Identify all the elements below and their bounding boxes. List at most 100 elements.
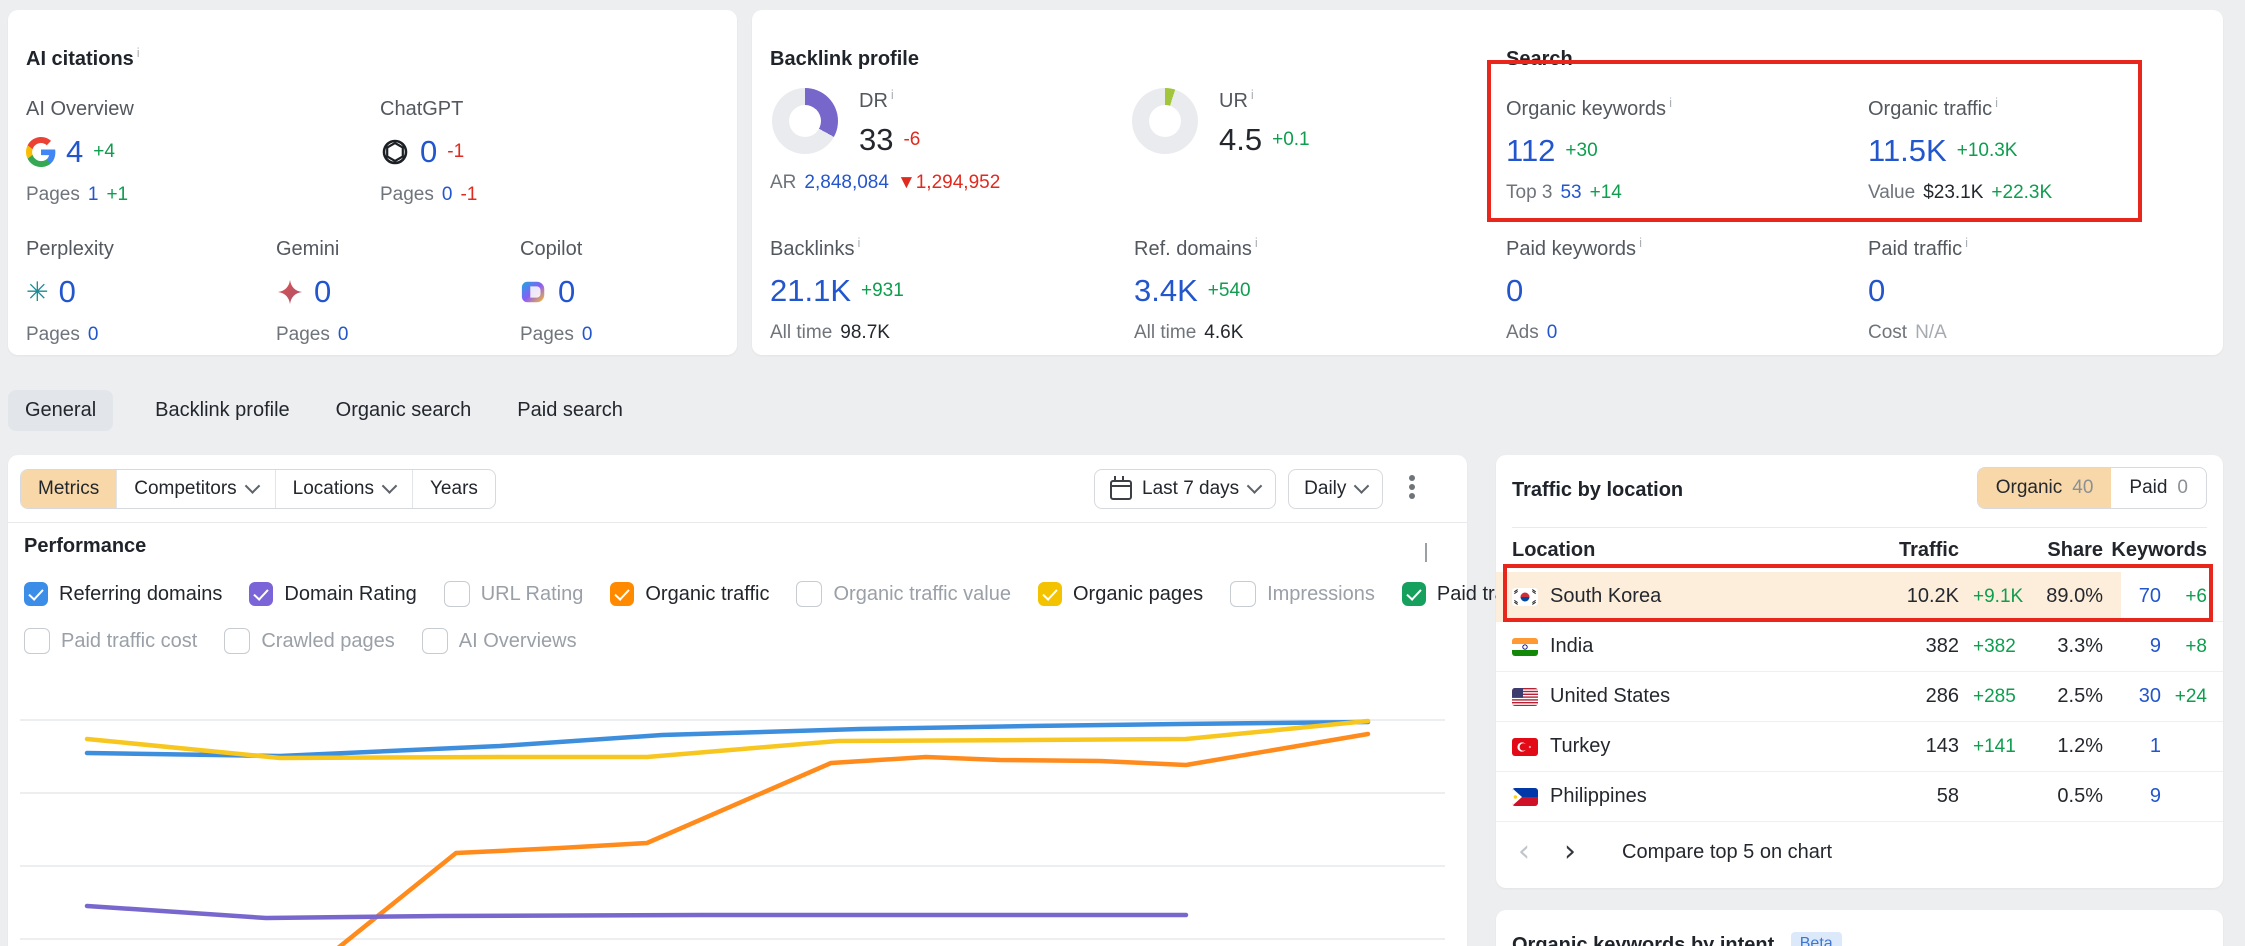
- location-row-south-korea[interactable]: South Korea 10.2K +9.1K 89.0% 70 +6: [1496, 572, 2223, 622]
- ai-stat-value[interactable]: 0: [420, 134, 437, 170]
- ar-delta: ▼1,294,952: [897, 172, 1000, 194]
- date-range-button[interactable]: Last 7 days: [1094, 469, 1276, 509]
- metric-label: Paid traffici: [1868, 238, 1968, 261]
- prev-page-arrow[interactable]: ‹: [1518, 837, 1530, 867]
- location-row-india[interactable]: India 382 +382 3.3% 9 +8: [1496, 622, 2223, 672]
- location-name: Turkey: [1550, 735, 1859, 758]
- ar-value[interactable]: 2,848,084: [804, 172, 889, 194]
- info-icon[interactable]: i: [1995, 95, 1998, 110]
- traffic-value: 10.2K: [1859, 585, 1959, 608]
- col-location[interactable]: Location: [1512, 539, 1859, 562]
- metric-block-backlinks: Backlinksi 21.1K +931 All time98.7K: [770, 238, 904, 344]
- location-row-united-states[interactable]: United States 286 +285 2.5% 30 +24: [1496, 672, 2223, 722]
- metric-sub-value: +22.3K: [1991, 182, 2052, 204]
- performance-chart[interactable]: [8, 660, 1467, 946]
- metric-checkbox-ai-overviews[interactable]: AI Overviews: [422, 628, 577, 654]
- ai-stat-value[interactable]: 0: [314, 274, 331, 310]
- metric-value[interactable]: 11.5K: [1868, 133, 1947, 169]
- location-name: South Korea: [1550, 585, 1859, 608]
- ai-stat-value-row: ✳ 0: [26, 274, 114, 310]
- tab-paid-search[interactable]: Paid search: [513, 390, 627, 431]
- metric-checkbox-organic-traffic-value[interactable]: Organic traffic value: [796, 581, 1011, 607]
- toggle-organic[interactable]: Organic40: [1978, 468, 2112, 508]
- metric-checkbox-domain-rating[interactable]: Domain Rating: [249, 582, 416, 606]
- pages-value[interactable]: 0: [88, 324, 99, 346]
- granularity-button[interactable]: Daily: [1288, 469, 1383, 509]
- metric-checkbox-url-rating[interactable]: URL Rating: [444, 581, 584, 607]
- metric-sub-row: Value$23.1K+22.3K: [1868, 182, 2052, 204]
- col-traffic[interactable]: Traffic: [1859, 539, 1959, 562]
- metric-sub-row: CostN/A: [1868, 322, 1968, 344]
- performance-title: Performance: [24, 535, 146, 558]
- info-icon[interactable]: i: [1669, 95, 1672, 110]
- location-table-footer: ‹ › Compare top 5 on chart: [1496, 816, 2223, 888]
- metric-checkbox-organic-traffic[interactable]: Organic traffic: [610, 582, 769, 606]
- ahrefs-rank-row: AR 2,848,084 ▼1,294,952: [770, 172, 1000, 194]
- metric-checkbox-organic-pages[interactable]: Organic pages: [1038, 582, 1203, 606]
- next-page-arrow[interactable]: ›: [1564, 837, 1576, 867]
- share-value: 89.0%: [2015, 585, 2103, 608]
- info-icon[interactable]: i: [137, 45, 140, 60]
- keywords-value[interactable]: 1: [2103, 735, 2161, 758]
- pages-value[interactable]: 0: [442, 184, 453, 206]
- checkbox-label: URL Rating: [481, 583, 584, 606]
- metric-value[interactable]: 0: [1868, 273, 1885, 309]
- info-icon[interactable]: i: [1255, 235, 1258, 250]
- info-icon[interactable]: i: [1639, 235, 1642, 250]
- keywords-value[interactable]: 70: [2103, 585, 2161, 608]
- keywords-value[interactable]: 9: [2103, 635, 2161, 658]
- location-row-philippines[interactable]: Philippines 58 0.5% 9: [1496, 772, 2223, 822]
- metric-value[interactable]: 0: [1506, 273, 1523, 309]
- ai-stat-value[interactable]: 0: [59, 274, 76, 310]
- pages-value[interactable]: 0: [582, 324, 593, 346]
- metric-checkbox-paid-traffic-cost[interactable]: Paid traffic cost: [24, 628, 197, 654]
- metric-checkbox-row-2: Paid traffic cost Crawled pages AI Overv…: [24, 628, 577, 654]
- info-icon[interactable]: i: [1965, 235, 1968, 250]
- metric-sub-value[interactable]: 0: [1547, 322, 1558, 344]
- metric-sub-row: All time4.6K: [1134, 322, 1258, 344]
- collapse-section-button[interactable]: [1425, 543, 1427, 561]
- col-share[interactable]: Share: [2015, 539, 2103, 562]
- metric-block-organic-traffic: Organic traffici 11.5K +10.3K Value$23.1…: [1868, 98, 2052, 204]
- date-controls: Last 7 days Daily: [1094, 469, 1429, 509]
- competitors-filter-button[interactable]: Competitors: [116, 470, 274, 508]
- flag-icon-ph: [1512, 788, 1538, 806]
- backlink-profile-title: Backlink profile: [770, 48, 919, 71]
- compare-top5-link[interactable]: Compare top 5 on chart: [1622, 841, 1832, 864]
- checkbox-label: AI Overviews: [459, 630, 577, 653]
- ur-label: URi: [1219, 90, 1254, 113]
- ai-stat-value-row: 0: [520, 274, 592, 310]
- metric-checkbox-crawled-pages[interactable]: Crawled pages: [224, 628, 394, 654]
- ai-stat-value[interactable]: 4: [66, 134, 83, 170]
- pages-value[interactable]: 1: [88, 184, 99, 206]
- locations-filter-button[interactable]: Locations: [275, 470, 412, 508]
- checkbox-icon: [24, 582, 48, 606]
- ai-stat-value[interactable]: 0: [558, 274, 575, 310]
- metrics-filter-button[interactable]: Metrics: [21, 470, 116, 508]
- metric-value[interactable]: 112: [1506, 133, 1555, 169]
- pages-value[interactable]: 0: [338, 324, 349, 346]
- keywords-value[interactable]: 30: [2103, 685, 2161, 708]
- chevron-up-icon: [1425, 543, 1427, 562]
- info-icon[interactable]: i: [857, 235, 860, 250]
- metric-value[interactable]: 3.4K: [1134, 273, 1198, 309]
- keywords-value[interactable]: 9: [2103, 785, 2161, 808]
- info-icon[interactable]: i: [891, 87, 894, 102]
- tab-general[interactable]: General: [8, 390, 113, 431]
- flag-icon-us: [1512, 688, 1538, 706]
- metric-sub-value[interactable]: 53: [1560, 182, 1581, 204]
- checkbox-icon: [24, 628, 50, 654]
- toggle-paid[interactable]: Paid0: [2111, 468, 2206, 508]
- metric-checkbox-impressions[interactable]: Impressions: [1230, 581, 1375, 607]
- col-keywords[interactable]: Keywords: [2103, 539, 2207, 562]
- pages-value: -1: [460, 184, 477, 206]
- metric-value[interactable]: 21.1K: [770, 273, 851, 309]
- metric-checkbox-referring-domains[interactable]: Referring domains: [24, 582, 222, 606]
- info-icon[interactable]: i: [1251, 87, 1254, 102]
- metric-sub-value: All time: [770, 322, 832, 344]
- tab-backlink-profile[interactable]: Backlink profile: [151, 390, 294, 431]
- tab-organic-search[interactable]: Organic search: [332, 390, 476, 431]
- metric-delta: +540: [1208, 280, 1251, 302]
- years-filter-button[interactable]: Years: [412, 470, 495, 508]
- location-row-turkey[interactable]: Turkey 143 +141 1.2% 1: [1496, 722, 2223, 772]
